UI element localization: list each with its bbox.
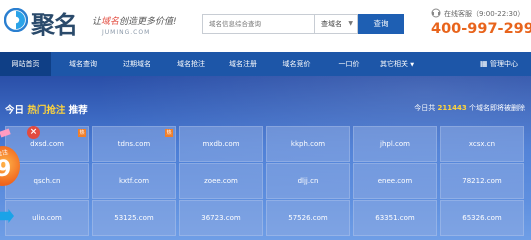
nav-item-more[interactable]: 其它相关 ▼	[372, 52, 422, 76]
slogan-suffix: 创造更多价值!	[119, 17, 177, 27]
logo-url: JUMING.COM	[102, 29, 151, 36]
domain-card[interactable]: 57526.com	[266, 200, 350, 236]
service-hours[interactable]: 在线客服（9:00-22:30）	[444, 9, 524, 19]
nav-item-domain-query[interactable]: 域名查询	[55, 52, 111, 76]
logo-icon[interactable]	[4, 8, 28, 32]
count-prefix: 今日共	[414, 104, 436, 112]
domain-name: tdns.com	[117, 140, 151, 148]
hero-title-hot: 热门抢注	[27, 105, 66, 116]
nav-item-register[interactable]: 域名注册	[218, 52, 268, 76]
domain-name: 78212.com	[462, 177, 502, 185]
domain-name: ulio.com	[32, 214, 62, 222]
main-nav: 网站首页 域名查询 过期域名 域名抢注 域名注册 域名竞价 一口价 其它相关 ▼…	[0, 52, 531, 76]
chevron-down-icon: ▼	[410, 62, 415, 68]
member-center-button[interactable]: ▦ 管理中心	[470, 52, 528, 76]
domain-name: dljj.cn	[297, 177, 319, 185]
domain-card[interactable]: xcsx.cn	[440, 126, 524, 162]
domain-card[interactable]: zoee.com	[179, 163, 263, 199]
hot-tag: 热	[78, 129, 86, 137]
nav-item-expired[interactable]: 过期域名	[110, 52, 164, 76]
count-value: 211443	[437, 104, 467, 112]
close-icon[interactable]: ×	[27, 126, 40, 139]
domain-name: xcsx.cn	[468, 140, 496, 148]
phone-number: 400-997-2996	[431, 21, 531, 37]
hero-title-prefix: 今日	[5, 105, 25, 116]
nav-item-more-label: 其它相关	[379, 60, 408, 68]
domain-grid: dxsd.com 热 tdns.com 热 mxdb.com kkph.com jhpl.c…	[5, 124, 531, 240]
domain-name: 57526.com	[288, 214, 328, 222]
domain-card[interactable]: 78212.com	[440, 163, 524, 199]
domain-name: zoee.com	[204, 177, 238, 185]
domain-card[interactable]: kkph.com	[266, 126, 350, 162]
search-type-label: 查域名	[321, 20, 342, 28]
hero-title: 今日 热门抢注 推荐	[5, 102, 88, 116]
grid-icon: ▦	[479, 59, 491, 68]
slogan-prefix: 让	[92, 17, 102, 27]
domain-name: jhpl.com	[380, 140, 410, 148]
domain-card[interactable]: kxtf.com	[92, 163, 176, 199]
search-button[interactable]: 查询	[358, 14, 404, 34]
domain-card[interactable]: mxdb.com	[179, 126, 263, 162]
promo-number: 9	[0, 157, 12, 182]
domain-card[interactable]: 65326.com	[440, 200, 524, 236]
nav-item-home[interactable]: 网站首页	[0, 52, 51, 76]
domain-name: dxsd.com	[30, 140, 64, 148]
hot-backorder-panel: 今日 热门抢注 推荐 今日共 211443 个域名即将被删除 dxsd.com 热…	[0, 76, 531, 240]
count-suffix: 个域名即将被删除	[469, 104, 525, 112]
domain-card[interactable]: enee.com	[353, 163, 437, 199]
domain-card[interactable]: 53125.com	[92, 200, 176, 236]
domain-name: 65326.com	[462, 214, 502, 222]
domain-card[interactable]: 63351.com	[353, 200, 437, 236]
search-input[interactable]	[202, 14, 314, 34]
domain-name: mxdb.com	[202, 140, 240, 148]
slogan: 让域名创造更多价值!	[92, 14, 177, 27]
domain-card[interactable]: dljj.cn	[266, 163, 350, 199]
nav-item-fixed-price[interactable]: 一口价	[329, 52, 369, 76]
header: 聚名 让域名创造更多价值! JUMING.COM 查域名 ▼ 查询 在线客服（9…	[0, 0, 531, 52]
domain-card[interactable]: 36723.com	[179, 200, 263, 236]
nav-item-auction[interactable]: 域名竞价	[270, 52, 323, 76]
domain-name: kxtf.com	[118, 177, 150, 185]
domain-name: enee.com	[377, 177, 413, 185]
hot-tag: 热	[165, 129, 173, 137]
search-type-select[interactable]: 查域名 ▼	[314, 14, 358, 34]
domain-name: kkph.com	[290, 140, 326, 148]
chevron-down-icon: ▼	[348, 20, 353, 27]
domain-card[interactable]: jhpl.com	[353, 126, 437, 162]
nav-item-backorder[interactable]: 域名抢注	[163, 52, 219, 76]
domain-card[interactable]: ulio.com	[5, 200, 89, 236]
customer-service-icon[interactable]	[431, 8, 441, 18]
deletion-count: 今日共 211443 个域名即将被删除	[414, 103, 525, 113]
domain-name: 63351.com	[375, 214, 415, 222]
domain-card[interactable]: tdns.com 热	[92, 126, 176, 162]
domain-name: 36723.com	[201, 214, 241, 222]
slogan-highlight: 域名	[101, 17, 120, 27]
domain-name: 53125.com	[114, 214, 154, 222]
logo-text[interactable]: 聚名	[31, 5, 78, 40]
member-center-label: 管理中心	[490, 60, 519, 68]
hero-title-suffix: 推荐	[68, 105, 88, 116]
